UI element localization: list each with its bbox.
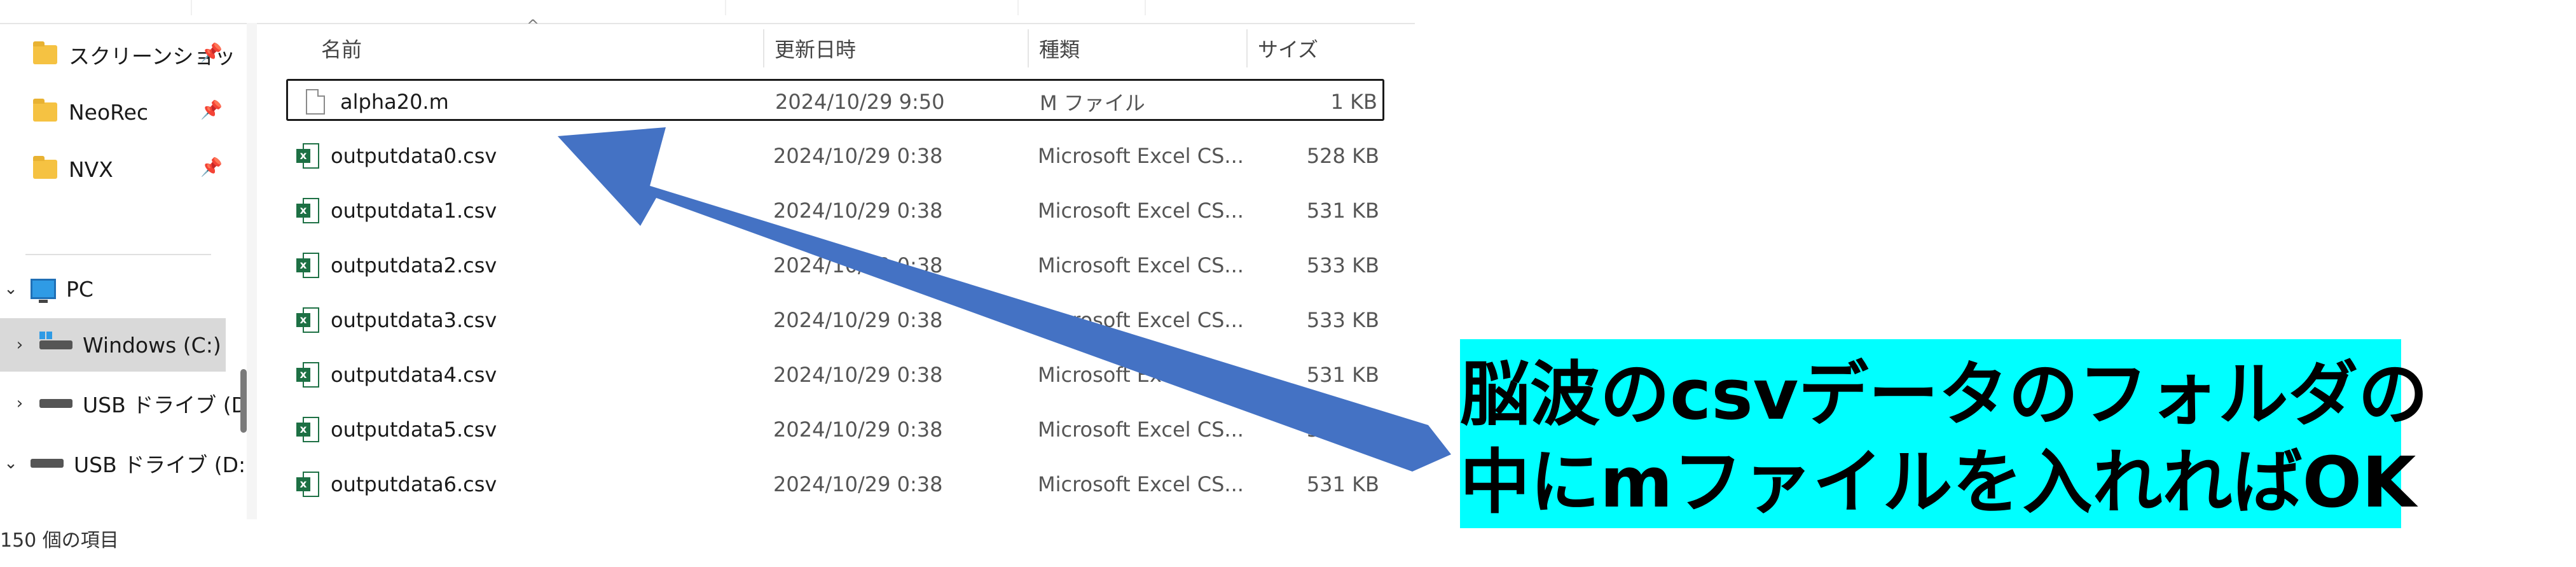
arrow-shape: [558, 127, 1451, 472]
callout-line-1: 脳波のcsvデータのフォルダの: [1460, 354, 2428, 435]
callout-line-2: 中にmファイルを入れればOK: [1460, 442, 2416, 523]
annotation-callout: 脳波のcsvデータのフォルダの 中にmファイルを入れればOK: [1460, 339, 2428, 528]
